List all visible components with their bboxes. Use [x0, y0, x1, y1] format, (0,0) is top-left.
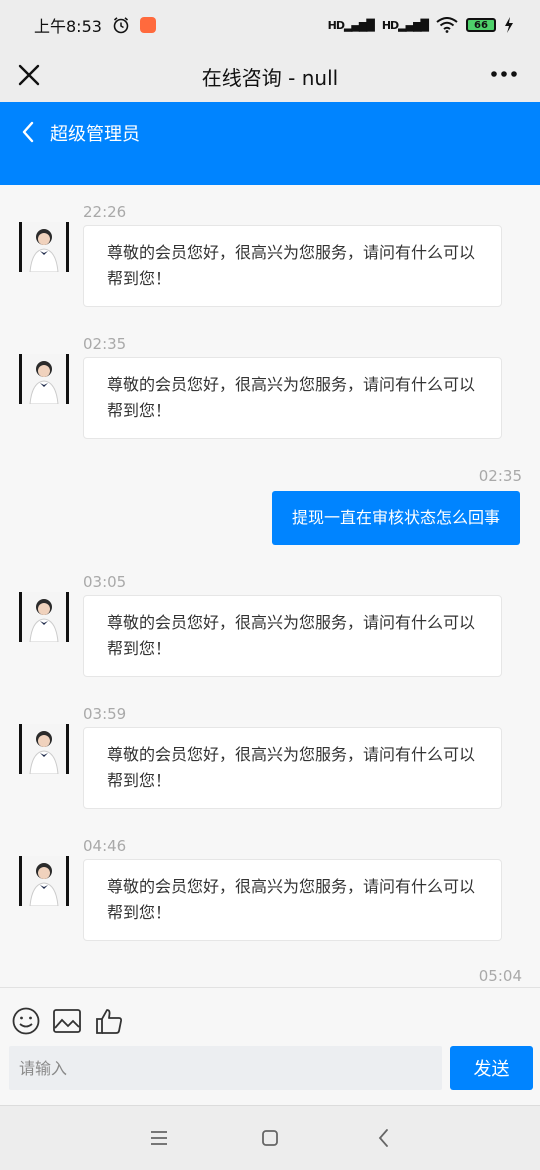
notification-app-icon [139, 17, 156, 33]
image-icon[interactable] [52, 1006, 82, 1036]
system-nav-bar [0, 1105, 540, 1170]
message-time: 02:35 [83, 335, 127, 353]
signal-icon-2: HD▂▄▆█ [381, 18, 429, 32]
wifi-icon [436, 17, 458, 33]
agent-avatar[interactable] [19, 724, 69, 774]
back-icon[interactable] [372, 1126, 396, 1150]
input-area: 发送 [0, 987, 540, 1105]
contact-name: 超级管理员 [50, 124, 140, 145]
status-left: 上午8:53 [34, 13, 156, 37]
battery-icon: 66 [466, 18, 496, 32]
agent-avatar[interactable] [19, 592, 69, 642]
message-bubble-outgoing: 提现一直在审核状态怎么回事 [271, 491, 520, 545]
message-list[interactable]: 22:26 尊敬的会员您好，很高兴为您服务，请问有什么可以帮到您！ 02:35 … [0, 185, 540, 987]
charging-icon [505, 17, 513, 33]
message-time: 02:35 [478, 467, 522, 485]
menu-icon[interactable] [147, 1126, 171, 1150]
message-bubble: 尊敬的会员您好，很高兴为您服务，请问有什么可以帮到您！ [83, 727, 502, 809]
home-icon[interactable] [258, 1126, 282, 1150]
agent-avatar[interactable] [19, 856, 69, 906]
page-title: 在线咨询 - null [201, 65, 339, 90]
emoji-icon[interactable] [11, 1006, 41, 1036]
title-bar: 在线咨询 - null [0, 50, 540, 102]
thumbs-up-icon[interactable] [94, 1006, 124, 1036]
agent-avatar[interactable] [19, 354, 69, 404]
message-bubble: 尊敬的会员您好，很高兴为您服务，请问有什么可以帮到您！ [83, 357, 502, 439]
status-time: 上午8:53 [34, 17, 102, 36]
more-options-icon[interactable] [490, 64, 518, 84]
message-time: 03:59 [83, 705, 127, 723]
message-bubble: 尊敬的会员您好，很高兴为您服务，请问有什么可以帮到您！ [83, 595, 502, 677]
message-bubble: 尊敬的会员您好，很高兴为您服务，请问有什么可以帮到您！ [83, 859, 502, 941]
message-input[interactable] [9, 1046, 442, 1090]
signal-icon: HD▂▄▆█ [327, 18, 375, 32]
message-time: 05:04 [478, 967, 522, 985]
status-bar: 上午8:53 HD▂▄▆█ HD▂▄▆█ 66 [0, 0, 540, 50]
back-arrow-icon[interactable] [20, 120, 36, 144]
message-time: 22:26 [83, 203, 127, 221]
close-icon[interactable] [14, 60, 44, 90]
agent-avatar[interactable] [19, 222, 69, 272]
message-bubble: 尊敬的会员您好，很高兴为您服务，请问有什么可以帮到您！ [83, 225, 502, 307]
chat-header: 超级管理员 [0, 102, 540, 185]
message-time: 04:46 [83, 837, 127, 855]
status-right: HD▂▄▆█ HD▂▄▆█ 66 [328, 17, 514, 33]
send-button[interactable]: 发送 [450, 1046, 533, 1090]
alarm-icon [113, 17, 129, 34]
message-time: 03:05 [83, 573, 127, 591]
